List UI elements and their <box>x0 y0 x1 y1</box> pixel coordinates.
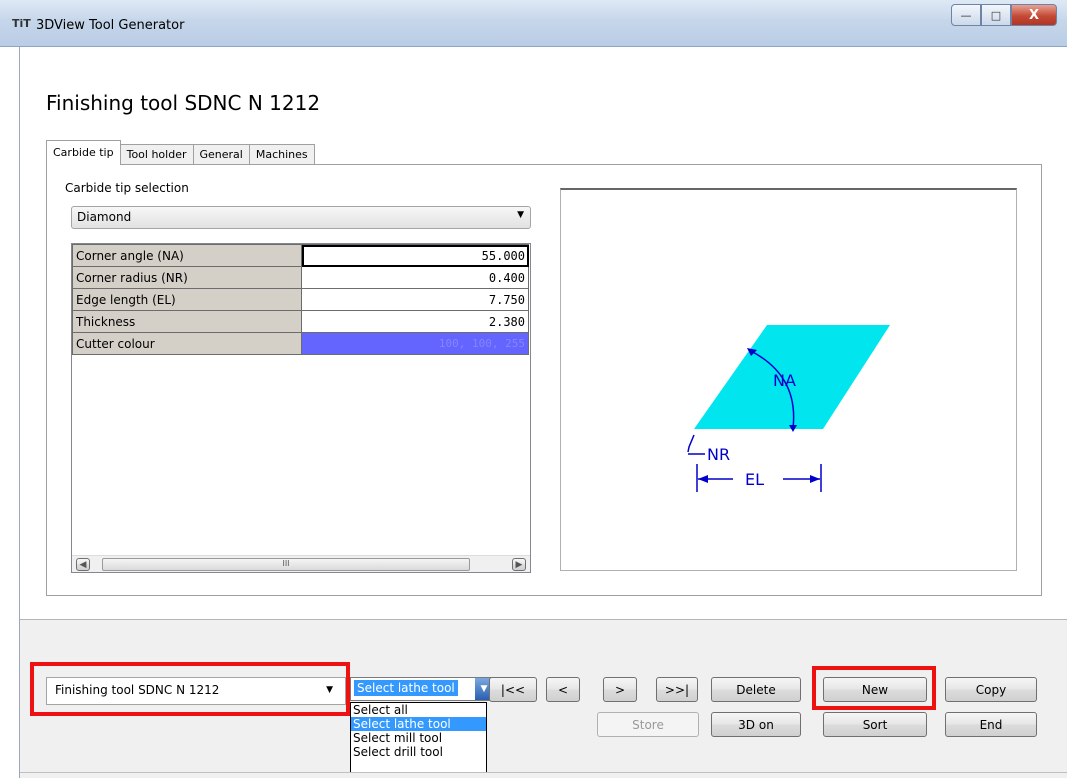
table-row: Thickness 2.380 <box>72 310 529 333</box>
property-name: Corner angle (NA) <box>72 244 302 267</box>
dropdown-option[interactable]: Select drill tool <box>351 745 486 759</box>
status-bar <box>20 772 1067 778</box>
nr-label: NR <box>707 445 730 464</box>
tab-tool-holder[interactable]: Tool holder <box>119 144 194 165</box>
table-row: Edge length (EL) 7.750 <box>72 288 529 311</box>
end-button[interactable]: End <box>945 712 1037 737</box>
copy-button[interactable]: Copy <box>945 677 1037 702</box>
sort-button[interactable]: Sort <box>823 712 927 737</box>
property-name: Corner radius (NR) <box>72 266 302 289</box>
carbide-tip-value: Diamond <box>77 210 132 224</box>
na-label: NA <box>773 371 796 390</box>
property-value[interactable]: 55.000 <box>301 244 529 267</box>
tool-filter-value: Select lathe tool <box>353 679 459 697</box>
divider <box>20 619 1067 620</box>
tool-select-value: Finishing tool SDNC N 1212 <box>55 683 220 697</box>
scroll-right-icon[interactable]: ▶ <box>512 558 526 571</box>
3d-toggle-button[interactable]: 3D on <box>711 712 801 737</box>
close-button[interactable]: X <box>1011 4 1057 26</box>
tab-carbide-tip[interactable]: Carbide tip <box>46 140 121 165</box>
table-row: Corner radius (NR) 0.400 <box>72 266 529 289</box>
window-controls: — □ X <box>951 4 1057 26</box>
insert-diagram: NA NR EL <box>687 325 890 492</box>
insert-preview: NA NR EL <box>560 188 1017 571</box>
horizontal-scrollbar[interactable]: ◀ III ▶ <box>72 555 530 572</box>
property-name: Cutter colour <box>72 332 302 355</box>
property-name: Edge length (EL) <box>72 288 302 311</box>
tool-select[interactable]: Finishing tool SDNC N 1212 ▼ <box>46 677 346 705</box>
arrow-left-icon <box>698 475 708 483</box>
tab-machines[interactable]: Machines <box>248 144 315 165</box>
scroll-left-icon[interactable]: ◀ <box>76 558 90 571</box>
page-title: Finishing tool SDNC N 1212 <box>46 91 321 115</box>
tab-general[interactable]: General <box>192 144 250 165</box>
last-record-button[interactable]: >>| <box>656 677 698 702</box>
tab-bar: Carbide tip Tool holder General Machines <box>46 140 315 165</box>
minimize-button[interactable]: — <box>951 4 981 26</box>
property-value[interactable]: 0.400 <box>301 266 529 289</box>
previous-record-button[interactable]: < <box>546 677 580 702</box>
property-value[interactable]: 7.750 <box>301 288 529 311</box>
window-title: 3DView Tool Generator <box>36 18 185 33</box>
table-row: Corner angle (NA) 55.000 <box>72 244 529 267</box>
el-label: EL <box>745 470 764 489</box>
arrow-right-icon <box>810 475 820 483</box>
delete-button[interactable]: Delete <box>711 677 801 702</box>
property-value[interactable]: 2.380 <box>301 310 529 333</box>
property-grid: Corner angle (NA) 55.000 Corner radius (… <box>71 243 531 573</box>
chevron-down-icon: ▼ <box>326 685 333 695</box>
scroll-thumb[interactable]: III <box>102 558 470 571</box>
property-name: Thickness <box>72 310 302 333</box>
editor-area: Finishing tool SDNC N 1212 Carbide tip T… <box>20 47 1067 619</box>
tool-filter-select[interactable]: Select lathe tool ▼ <box>350 677 494 701</box>
store-button[interactable]: Store <box>597 712 699 737</box>
new-button[interactable]: New <box>823 677 927 702</box>
dropdown-option[interactable]: Select mill tool <box>351 731 486 745</box>
maximize-button[interactable]: □ <box>981 4 1011 26</box>
title-bar: TiT 3DView Tool Generator — □ X <box>0 0 1067 47</box>
app-icon: TiT <box>12 17 31 30</box>
cutter-colour-swatch[interactable]: 100, 100, 255 <box>301 332 529 355</box>
table-row: Cutter colour 100, 100, 255 <box>72 332 529 355</box>
dropdown-option[interactable]: Select lathe tool <box>351 717 486 731</box>
carbide-tip-panel: Carbide tip selection Diamond ▼ Corner a… <box>46 164 1042 596</box>
chevron-down-icon: ▼ <box>517 210 524 220</box>
client-area: Finishing tool SDNC N 1212 Carbide tip T… <box>19 47 1067 778</box>
dropdown-option[interactable]: Select all <box>351 703 486 717</box>
tool-filter-dropdown: Select all Select lathe tool Select mill… <box>350 702 487 774</box>
nr-leader <box>687 434 695 453</box>
next-record-button[interactable]: > <box>603 677 637 702</box>
first-record-button[interactable]: |<< <box>489 677 537 702</box>
carbide-selection-label: Carbide tip selection <box>65 181 189 195</box>
carbide-tip-select[interactable]: Diamond ▼ <box>71 206 531 229</box>
